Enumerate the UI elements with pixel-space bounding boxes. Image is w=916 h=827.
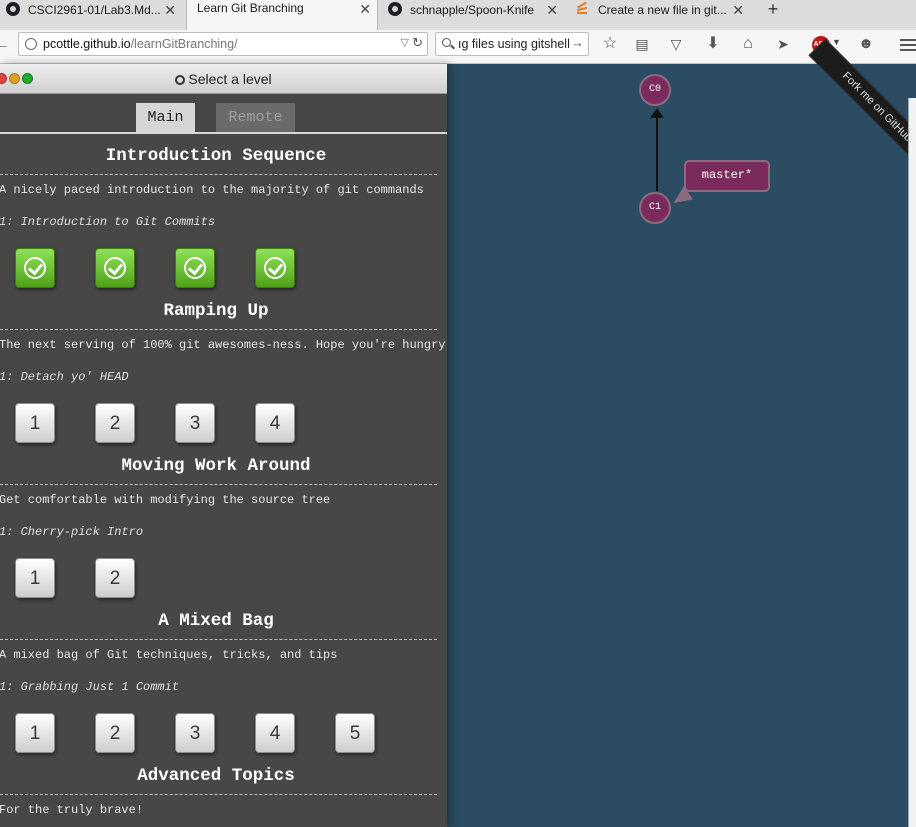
- sequence-title: A Mixed Bag: [158, 611, 274, 631]
- git-graph-visualization: C0 C1 master* Fork me on GitHub: [447, 38, 916, 827]
- globe-icon: [25, 38, 37, 50]
- browser-tab-spoon-knife[interactable]: schnapple/Spoon-Knife ✕: [382, 0, 564, 20]
- sequence-description: For the truly brave!: [0, 803, 144, 817]
- tab-main[interactable]: Main: [136, 103, 195, 132]
- sequence-title: Moving Work Around: [121, 456, 311, 476]
- level-button[interactable]: [95, 248, 135, 288]
- sequence-level-name: 1: Introduction to Git Commits: [0, 215, 216, 229]
- sequence-divider: [0, 639, 437, 640]
- sequence-divider: [0, 794, 437, 795]
- checkmark-icon: [24, 257, 46, 279]
- sequence-title: Advanced Topics: [137, 766, 295, 786]
- reading-list-icon[interactable]: ▤: [632, 33, 652, 55]
- new-tab-button[interactable]: +: [763, 0, 783, 20]
- close-tab-icon[interactable]: ✕: [164, 2, 176, 19]
- search-go-icon[interactable]: →: [571, 35, 584, 50]
- menu-icon[interactable]: [900, 39, 916, 53]
- commit-node-c1[interactable]: C1: [639, 192, 671, 224]
- search-icon: [442, 38, 454, 50]
- downloads-icon[interactable]: ⬇: [703, 33, 723, 55]
- navigation-bar: ← pcottle.github.io /learnGitBranching/ …: [0, 30, 916, 64]
- tab-title: CSCI2961-01/Lab3.Md...: [28, 3, 161, 17]
- browser-tab-strip: CSCI2961-01/Lab3.Md... ✕ Learn Git Branc…: [0, 0, 916, 31]
- panel-tabs: Main Remote: [0, 94, 447, 134]
- checkmark-icon: [104, 257, 126, 279]
- home-icon[interactable]: ⌂: [738, 33, 758, 55]
- back-arrow-icon[interactable]: ←: [0, 36, 10, 56]
- browser-tab-learn-git[interactable]: Learn Git Branching ✕: [186, 0, 378, 30]
- sequence-title: Introduction Sequence: [105, 146, 327, 166]
- checkmark-icon: [184, 257, 206, 279]
- sequence-title: Ramping Up: [163, 301, 269, 321]
- level-button[interactable]: 1: [15, 713, 55, 753]
- level-button[interactable]: 2: [95, 558, 135, 598]
- level-button[interactable]: 2: [95, 403, 135, 443]
- sequence-description: Get comfortable with modifying the sourc…: [0, 493, 331, 507]
- level-button[interactable]: 3: [175, 403, 215, 443]
- sequence-level-name: 1: Detach yo' HEAD: [0, 370, 129, 384]
- commit-node-c0[interactable]: C0: [639, 74, 671, 106]
- sequence-level-name: 1: Cherry-pick Intro: [0, 525, 144, 539]
- panel-titlebar: Select a level: [0, 64, 447, 94]
- sequence-level-name: 1: Grabbing Just 1 Commit: [0, 680, 180, 694]
- url-host: pcottle.github.io: [43, 37, 131, 51]
- level-button[interactable]: 2: [95, 713, 135, 753]
- panel-title: Select a level: [0, 71, 447, 87]
- pocket-icon[interactable]: ▽: [666, 33, 686, 55]
- level-button[interactable]: 4: [255, 403, 295, 443]
- sequence-description: A mixed bag of Git techniques, tricks, a…: [0, 648, 338, 662]
- github-icon: [388, 2, 404, 18]
- reload-icon[interactable]: ↻: [412, 35, 423, 51]
- url-dropdown-icon[interactable]: ▽: [401, 36, 409, 49]
- sequence-divider: [0, 484, 437, 485]
- sequence-description: The next serving of 100% git awesomes-ne…: [0, 338, 446, 352]
- commit-edge: [656, 115, 658, 191]
- close-tab-icon[interactable]: ✕: [359, 1, 371, 18]
- sequence-description: A nicely paced introduction to the major…: [0, 183, 424, 197]
- search-value: ıg files using gitshell: [458, 37, 570, 51]
- url-bar[interactable]: pcottle.github.io /learnGitBranching/ ▽ …: [18, 32, 428, 56]
- chat-icon[interactable]: ☻: [856, 33, 876, 55]
- tab-title: Create a new file in git...: [598, 3, 727, 17]
- tab-title: Learn Git Branching: [197, 1, 304, 15]
- branch-label-master[interactable]: master*: [684, 160, 770, 192]
- tab-title: schnapple/Spoon-Knife: [410, 3, 535, 17]
- close-tab-icon[interactable]: ✕: [732, 2, 744, 19]
- sequence-divider: [0, 174, 437, 175]
- sequence-divider: [0, 329, 437, 330]
- level-button[interactable]: 1: [15, 558, 55, 598]
- search-bar[interactable]: ıg files using gitshell →: [435, 32, 589, 56]
- side-panel-edge: [908, 98, 916, 827]
- close-tab-icon[interactable]: ✕: [546, 2, 558, 19]
- level-button[interactable]: [15, 248, 55, 288]
- level-button[interactable]: 4: [255, 713, 295, 753]
- gear-icon: [175, 75, 186, 85]
- stackoverflow-icon: [576, 1, 592, 18]
- level-button[interactable]: [255, 248, 295, 288]
- tab-remote[interactable]: Remote: [216, 103, 295, 132]
- url-path: /learnGitBranching/: [130, 37, 238, 51]
- level-button[interactable]: 3: [175, 713, 215, 753]
- commit-edge-arrow-icon: [650, 108, 664, 118]
- share-icon[interactable]: ➤: [773, 33, 793, 55]
- level-button[interactable]: 5: [335, 713, 375, 753]
- browser-tab-stackoverflow[interactable]: Create a new file in git... ✕: [570, 0, 750, 20]
- checkmark-icon: [264, 257, 286, 279]
- bookmark-star-icon[interactable]: ☆: [600, 33, 620, 55]
- level-button[interactable]: [175, 248, 215, 288]
- level-select-panel: Select a level Main Remote Introduction …: [0, 64, 447, 827]
- browser-tab-lab3[interactable]: CSCI2961-01/Lab3.Md... ✕: [0, 0, 182, 20]
- level-button[interactable]: 1: [15, 403, 55, 443]
- github-icon: [6, 2, 22, 18]
- panel-title-text: Select a level: [188, 71, 272, 87]
